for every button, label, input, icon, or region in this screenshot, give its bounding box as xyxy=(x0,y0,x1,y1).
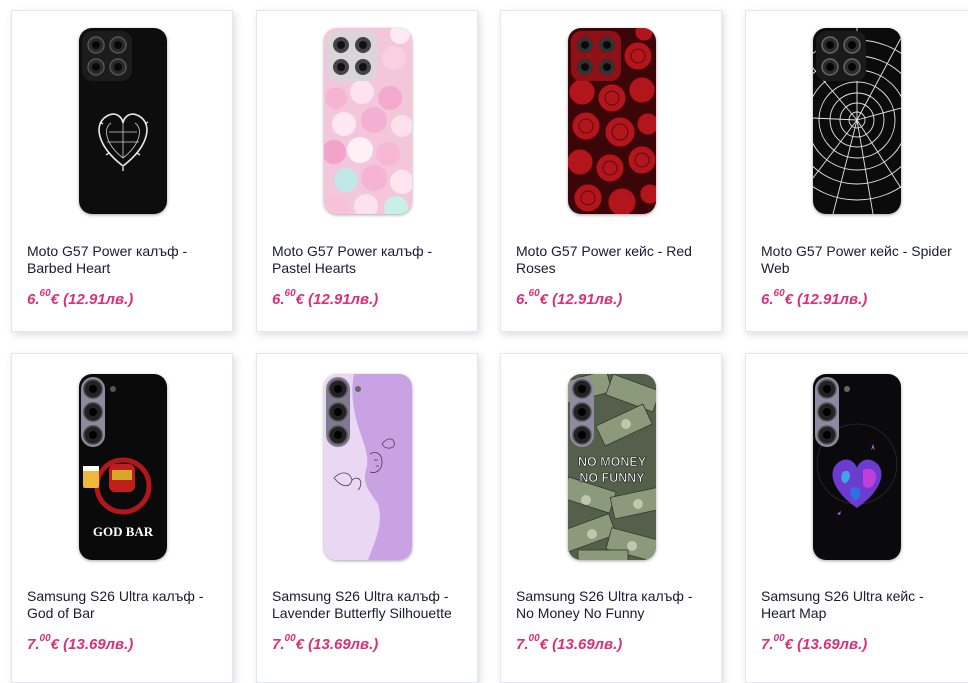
price-main: 7. xyxy=(516,636,529,653)
no-money-case-image: NO MONEY NO FUNNY xyxy=(568,374,656,560)
product-card[interactable]: Moto G57 Power калъф - Barbed Heart 6.60… xyxy=(11,10,233,332)
price-rest: € (13.69лв.) xyxy=(784,636,868,653)
product-image[interactable] xyxy=(324,28,412,214)
barbed-heart-case-image xyxy=(79,28,167,214)
product-price: 7.00€ (13.69лв.) xyxy=(272,633,379,653)
price-cents: 00 xyxy=(284,633,296,644)
case-art-text: NO FUNNY xyxy=(579,471,645,485)
price-cents: 60 xyxy=(284,288,296,299)
price-cents: 60 xyxy=(528,288,540,299)
price-cents: 00 xyxy=(39,633,51,644)
product-name[interactable]: Moto G57 Power кейс - Spider Web xyxy=(761,243,956,277)
price-rest: € (13.69лв.) xyxy=(295,636,379,653)
product-price: 7.00€ (13.69лв.) xyxy=(761,633,868,653)
product-card[interactable]: Moto G57 Power калъф - Pastel Hearts 6.6… xyxy=(256,10,478,332)
product-name[interactable]: Moto G57 Power калъф - Pastel Hearts xyxy=(272,243,467,277)
price-cents: 00 xyxy=(773,633,785,644)
price-rest: € (13.69лв.) xyxy=(50,636,134,653)
product-image[interactable] xyxy=(324,374,412,560)
product-card[interactable]: Samsung S26 Ultra кейс - Heart Map 7.00€… xyxy=(745,353,968,683)
price-main: 7. xyxy=(761,636,774,653)
product-image[interactable] xyxy=(813,374,901,560)
red-roses-case-image xyxy=(568,28,656,214)
price-rest: € (12.91лв.) xyxy=(50,291,134,308)
product-card[interactable]: Moto G57 Power кейс - Red Roses 6.60€ (1… xyxy=(500,10,722,332)
price-rest: € (13.69лв.) xyxy=(539,636,623,653)
case-art-text: NO MONEY xyxy=(578,455,647,469)
product-name[interactable]: Samsung S26 Ultra калъф - God of Bar xyxy=(27,588,222,622)
product-image[interactable] xyxy=(79,28,167,214)
price-main: 7. xyxy=(272,636,285,653)
price-main: 7. xyxy=(27,636,40,653)
product-name[interactable]: Samsung S26 Ultra калъф - No Money No Fu… xyxy=(516,588,711,622)
price-cents: 60 xyxy=(773,288,785,299)
price-main: 6. xyxy=(516,291,529,308)
lavender-butterfly-case-image xyxy=(324,374,412,560)
product-price: 6.60€ (12.91лв.) xyxy=(272,288,379,308)
price-main: 6. xyxy=(761,291,774,308)
price-main: 6. xyxy=(27,291,40,308)
product-price: 6.60€ (12.91лв.) xyxy=(761,288,868,308)
product-image[interactable]: NO MONEY NO FUNNY xyxy=(568,374,656,560)
product-price: 6.60€ (12.91лв.) xyxy=(27,288,134,308)
product-image[interactable]: GOD BAR xyxy=(79,374,167,560)
product-image[interactable] xyxy=(813,28,901,214)
product-card[interactable]: Moto G57 Power кейс - Spider Web 6.60€ (… xyxy=(745,10,968,332)
price-cents: 60 xyxy=(39,288,51,299)
god-of-bar-case-image: GOD BAR xyxy=(79,374,167,560)
product-image[interactable] xyxy=(568,28,656,214)
product-price: 6.60€ (12.91лв.) xyxy=(516,288,623,308)
spider-web-case-image xyxy=(813,28,901,214)
product-price: 7.00€ (13.69лв.) xyxy=(27,633,134,653)
product-card[interactable]: NO MONEY NO FUNNY Samsung S26 Ultra калъ… xyxy=(500,353,722,683)
pastel-hearts-case-image xyxy=(324,28,412,214)
price-main: 6. xyxy=(272,291,285,308)
product-name[interactable]: Moto G57 Power калъф - Barbed Heart xyxy=(27,243,222,277)
heart-map-case-image xyxy=(813,374,901,560)
price-rest: € (12.91лв.) xyxy=(784,291,868,308)
product-name[interactable]: Samsung S26 Ultra кейс - Heart Map xyxy=(761,588,956,622)
product-name[interactable]: Samsung S26 Ultra калъф - Lavender Butte… xyxy=(272,588,467,622)
price-rest: € (12.91лв.) xyxy=(295,291,379,308)
product-card[interactable]: GOD BAR Samsung S26 Ultra калъф - God of… xyxy=(11,353,233,683)
product-price: 7.00€ (13.69лв.) xyxy=(516,633,623,653)
product-name[interactable]: Moto G57 Power кейс - Red Roses xyxy=(516,243,711,277)
price-cents: 00 xyxy=(528,633,540,644)
product-card[interactable]: Samsung S26 Ultra калъф - Lavender Butte… xyxy=(256,353,478,683)
case-art-text: GOD BAR xyxy=(93,524,154,539)
price-rest: € (12.91лв.) xyxy=(539,291,623,308)
